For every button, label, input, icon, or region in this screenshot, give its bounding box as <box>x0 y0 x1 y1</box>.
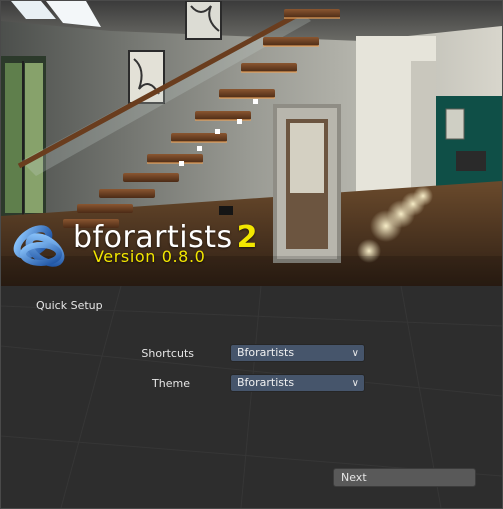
theme-label: Theme <box>152 377 190 390</box>
theme-value: Bforartists <box>237 376 295 389</box>
chevron-down-icon: ∨ <box>351 378 359 389</box>
theme-dropdown[interactable]: Bforartists ∨ <box>230 374 365 392</box>
splash-image: bforartists 2 Version 0.8.0 <box>1 1 502 286</box>
shortcuts-value: Bforartists <box>237 346 295 359</box>
quick-setup-title: Quick Setup <box>36 299 103 312</box>
splash-window: bforartists 2 Version 0.8.0 Quick Setup S… <box>0 0 503 509</box>
chevron-down-icon: ∨ <box>351 348 359 359</box>
version-label: Version 0.8.0 <box>93 247 206 266</box>
brand-number: 2 <box>236 220 259 255</box>
bforartists-logo <box>13 225 65 267</box>
next-button[interactable]: Next <box>333 468 476 487</box>
shortcuts-dropdown[interactable]: Bforartists ∨ <box>230 344 365 362</box>
shortcuts-label: Shortcuts <box>141 347 194 360</box>
quick-setup-panel: Quick Setup Shortcuts Bforartists ∨ Them… <box>1 286 502 508</box>
